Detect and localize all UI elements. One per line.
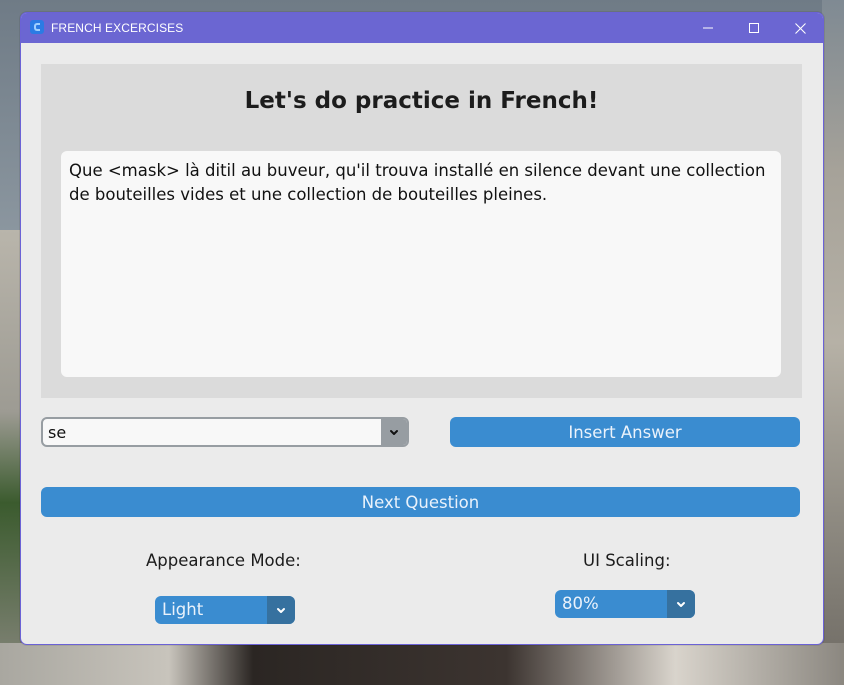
title-bar[interactable]: FRENCH EXCERCISES	[21, 13, 823, 43]
maximize-button[interactable]	[731, 13, 777, 43]
answer-combobox-value[interactable]: se	[48, 423, 66, 442]
maximize-icon	[749, 23, 759, 33]
close-icon	[794, 22, 806, 34]
appearance-mode-label: Appearance Mode:	[146, 551, 301, 570]
app-window: FRENCH EXCERCISES Let's do practice in F…	[20, 12, 824, 645]
appearance-mode-value[interactable]: Light	[162, 600, 203, 619]
question-textbox[interactable]: Que <mask> là ditil au buveur, qu'il tro…	[61, 151, 781, 377]
appearance-mode-dropdown[interactable]	[267, 596, 295, 624]
desktop-background-right	[822, 0, 844, 685]
question-panel: Let's do practice in French! Que <mask> …	[41, 64, 802, 398]
minimize-button[interactable]	[685, 13, 731, 43]
answer-combobox[interactable]: se	[41, 417, 409, 447]
window-title: FRENCH EXCERCISES	[51, 21, 184, 35]
insert-answer-button[interactable]: Insert Answer	[450, 417, 800, 447]
desktop-background-bottom	[0, 643, 844, 685]
chevron-down-icon	[677, 601, 685, 607]
app-icon	[30, 20, 44, 34]
ui-scaling-value[interactable]: 80%	[562, 594, 599, 613]
close-button[interactable]	[777, 13, 823, 43]
desktop-background-left	[0, 230, 20, 685]
ui-scaling-menu[interactable]: 80%	[555, 590, 695, 618]
page-title: Let's do practice in French!	[244, 88, 599, 114]
ui-scaling-dropdown[interactable]	[667, 590, 695, 618]
answer-dropdown-button[interactable]	[381, 419, 407, 445]
next-question-button[interactable]: Next Question	[41, 487, 800, 517]
ui-scaling-label: UI Scaling:	[583, 551, 671, 570]
minimize-icon	[703, 27, 713, 29]
chevron-down-icon	[277, 607, 285, 613]
appearance-mode-menu[interactable]: Light	[155, 596, 295, 624]
chevron-down-icon	[390, 429, 398, 435]
